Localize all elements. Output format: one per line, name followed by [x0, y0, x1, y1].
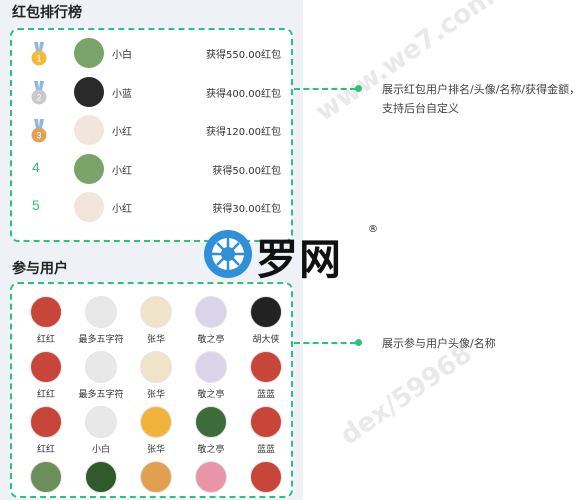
rank-list-box: 1 小白 获得550.00红包 2 小蓝 获得400.00红包 3 小红 获得120.00红包 4… [10, 28, 293, 242]
user-name: 敬之亭 [197, 335, 225, 345]
user-name: 蓝蓝 [256, 390, 275, 400]
rank-user-name: 小蓝 [112, 88, 132, 100]
user-name: 小白 [91, 445, 110, 455]
avatar [195, 406, 227, 438]
users-annotation: 展示参与用户头像/名称 [382, 337, 496, 350]
avatar [85, 351, 117, 383]
rank-row: 3 小红 获得120.00红包 [12, 111, 291, 149]
user-cell: 最多五字符 [73, 351, 129, 407]
avatar [140, 406, 172, 438]
user-cell [238, 461, 291, 496]
rank-row: 2 小蓝 获得400.00红包 [12, 73, 291, 111]
user-cell: 张华 [128, 296, 184, 352]
user-cell: 敬之亭 [183, 406, 239, 462]
avatar [30, 296, 62, 328]
avatar [85, 406, 117, 438]
user-name: 胡大侠 [252, 335, 280, 345]
connector-dot-rank [355, 85, 362, 92]
background-watermark: dex/59968 [335, 338, 478, 452]
avatar [74, 38, 104, 68]
rank-user-name: 小红 [112, 127, 132, 138]
user-cell [183, 461, 239, 496]
user-cell [128, 461, 184, 496]
avatar [195, 351, 227, 383]
rank-amount: 获得50.00红包 [212, 165, 281, 177]
user-name: 张华 [146, 335, 165, 345]
connector-dot-users [355, 339, 362, 346]
connector-line-users [294, 342, 356, 344]
avatar [30, 351, 62, 383]
avatar [85, 461, 117, 493]
rank-amount: 获得30.00红包 [212, 204, 281, 215]
connector-line-rank [294, 88, 356, 90]
user-name: 张华 [146, 390, 165, 400]
avatar [250, 351, 282, 383]
user-cell: 蓝蓝 [238, 351, 291, 407]
rank-amount: 获得400.00红包 [206, 88, 281, 100]
user-cell: 小白 [73, 406, 129, 462]
user-cell: 张华 [128, 406, 184, 462]
avatar [74, 192, 104, 222]
avatar [140, 296, 172, 328]
user-cell [73, 461, 129, 496]
medal-icon: 3 [31, 119, 47, 143]
rank-amount: 获得550.00红包 [206, 50, 281, 61]
user-name: 红红 [36, 445, 55, 455]
registered-mark: ® [368, 224, 378, 235]
avatar [195, 461, 227, 493]
user-cell: 红红 [18, 406, 74, 462]
avatar [85, 296, 117, 328]
rank-user-name: 小红 [112, 165, 132, 177]
user-name: 红红 [36, 335, 55, 345]
avatar [74, 115, 104, 145]
rank-number: 4 [32, 158, 40, 175]
avatar [140, 461, 172, 493]
rank-amount: 获得120.00红包 [206, 127, 281, 138]
users-grid-box: 红红 最多五字符 张华 敬之亭 胡大侠 红红 最多五字符 张华 敬之亭 蓝蓝 红红 小白 张华 敬之亭 蓝蓝 [10, 282, 293, 498]
avatar [250, 296, 282, 328]
medal-icon: 2 [31, 80, 47, 104]
medal-number: 2 [36, 92, 41, 102]
rank-user-name: 小红 [112, 204, 132, 215]
user-cell: 胡大侠 [238, 296, 291, 352]
rank-number: 5 [32, 197, 40, 213]
rank-row: 4 小红 获得50.00红包 [12, 150, 291, 188]
user-name: 最多五字符 [78, 390, 124, 400]
user-cell: 敬之亭 [183, 296, 239, 352]
user-name: 张华 [146, 445, 165, 455]
spider-logo-icon [204, 230, 252, 278]
watermark-text: 罗网 [256, 235, 343, 284]
user-name: 最多五字符 [78, 335, 124, 345]
avatar [74, 76, 104, 107]
avatar [74, 153, 104, 184]
user-cell: 最多五字符 [73, 296, 129, 352]
avatar [30, 406, 62, 438]
rank-row: 5 小红 获得30.00红包 [12, 188, 291, 226]
user-cell: 敬之亭 [183, 351, 239, 407]
users-section-title: 参与用户 [12, 261, 68, 277]
user-cell: 张华 [128, 351, 184, 407]
user-name: 红红 [36, 390, 55, 400]
avatar [140, 351, 172, 383]
rank-section-title: 红包排行榜 [12, 5, 82, 21]
avatar [195, 296, 227, 328]
avatar [250, 406, 282, 438]
medal-number: 1 [36, 54, 41, 64]
watermark-logo: 罗网 ® [202, 224, 382, 284]
user-cell: 红红 [18, 351, 74, 407]
medal-number: 3 [36, 131, 41, 141]
user-name: 敬之亭 [197, 445, 225, 455]
rank-annotation: 展示红包用户排名/头像/名称/获得金额，支持后台自定义 [382, 83, 581, 115]
rank-user-name: 小白 [112, 50, 132, 61]
user-cell [18, 461, 74, 496]
medal-icon: 1 [31, 42, 47, 66]
user-name: 敬之亭 [197, 390, 225, 400]
user-cell: 蓝蓝 [238, 406, 291, 462]
user-name: 蓝蓝 [256, 445, 275, 455]
user-cell: 红红 [18, 296, 74, 352]
avatar [250, 461, 282, 493]
avatar [30, 461, 62, 493]
rank-row: 1 小白 获得550.00红包 [12, 34, 291, 72]
